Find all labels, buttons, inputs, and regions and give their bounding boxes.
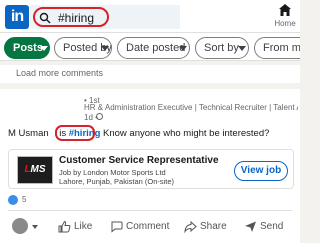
- search-icon: [39, 12, 51, 24]
- filter-from-member[interactable]: From mem: [254, 37, 300, 59]
- author-headline: HR & Administration Executive | Technica…: [84, 103, 298, 112]
- filter-sort-by[interactable]: Sort by: [195, 37, 249, 59]
- job-location: Lahore, Punjab, Pakistan (On-site): [59, 177, 175, 186]
- author-name[interactable]: M Usman: [8, 128, 49, 139]
- linkedin-logo[interactable]: in: [5, 5, 29, 29]
- post-actions: Like Comment Share Send: [0, 214, 300, 240]
- reaction-count: 5: [22, 195, 27, 204]
- chevron-down-icon: [40, 46, 48, 51]
- reactions-summary[interactable]: 5: [8, 195, 28, 207]
- search-filters: Posts Posted by Date posted Sort by From…: [0, 32, 300, 61]
- post-card: • 1st HR & Administration Executive | Te…: [0, 89, 300, 243]
- post-header: • 1st HR & Administration Executive | Te…: [0, 89, 300, 122]
- filter-posts[interactable]: Posts: [4, 37, 50, 59]
- nav-home-label: Home: [274, 19, 296, 28]
- filter-date-posted[interactable]: Date posted: [117, 37, 190, 59]
- send-icon: [245, 221, 256, 232]
- thumbs-up-icon: [58, 220, 71, 233]
- share-icon: [184, 220, 197, 233]
- nav-home[interactable]: Home: [270, 2, 300, 30]
- top-navigation-bar: in #hiring Home: [0, 0, 300, 32]
- chevron-down-icon[interactable]: [32, 225, 38, 229]
- divider: [8, 210, 292, 211]
- hashtag-link[interactable]: #hiring: [69, 128, 101, 139]
- view-job-button[interactable]: View job: [234, 161, 288, 181]
- job-title[interactable]: Customer Service Representative: [59, 155, 219, 166]
- avatar[interactable]: [12, 218, 28, 234]
- chevron-down-icon: [179, 46, 187, 51]
- like-reaction-icon: [8, 195, 18, 205]
- globe-icon: [96, 113, 103, 120]
- post-text-suffix: Know anyone who might be interested?: [100, 128, 270, 139]
- search-input[interactable]: #hiring: [58, 11, 94, 25]
- load-more-comments-button[interactable]: Load more comments: [16, 68, 103, 78]
- filter-posted-by[interactable]: Posted by: [54, 37, 112, 59]
- load-more-comments-card: Load more comments: [0, 65, 300, 83]
- search-bar[interactable]: #hiring: [30, 5, 180, 29]
- company-logo: LMS: [17, 156, 53, 184]
- job-company: Job by London Motor Sports Ltd: [59, 168, 166, 177]
- filter-sort-by-label: Sort by: [204, 42, 239, 54]
- share-label: Share: [200, 221, 227, 232]
- send-label: Send: [260, 221, 284, 232]
- search-highlight: #hiring: [33, 7, 109, 27]
- filter-date-posted-label: Date posted: [126, 42, 186, 54]
- comment-label: Comment: [126, 221, 170, 232]
- post-text-prefix: is: [59, 128, 69, 139]
- filter-posts-label: Posts: [13, 42, 43, 54]
- like-label: Like: [74, 221, 93, 232]
- job-card[interactable]: LMS Customer Service Representative Job …: [8, 149, 294, 189]
- home-icon: [279, 4, 291, 16]
- filter-from-member-label: From mem: [263, 42, 300, 54]
- chevron-down-icon: [101, 46, 109, 51]
- comment-icon: [111, 221, 123, 233]
- post-text: M Usman is #hiring Know anyone who might…: [8, 128, 269, 139]
- chevron-down-icon: [238, 46, 246, 51]
